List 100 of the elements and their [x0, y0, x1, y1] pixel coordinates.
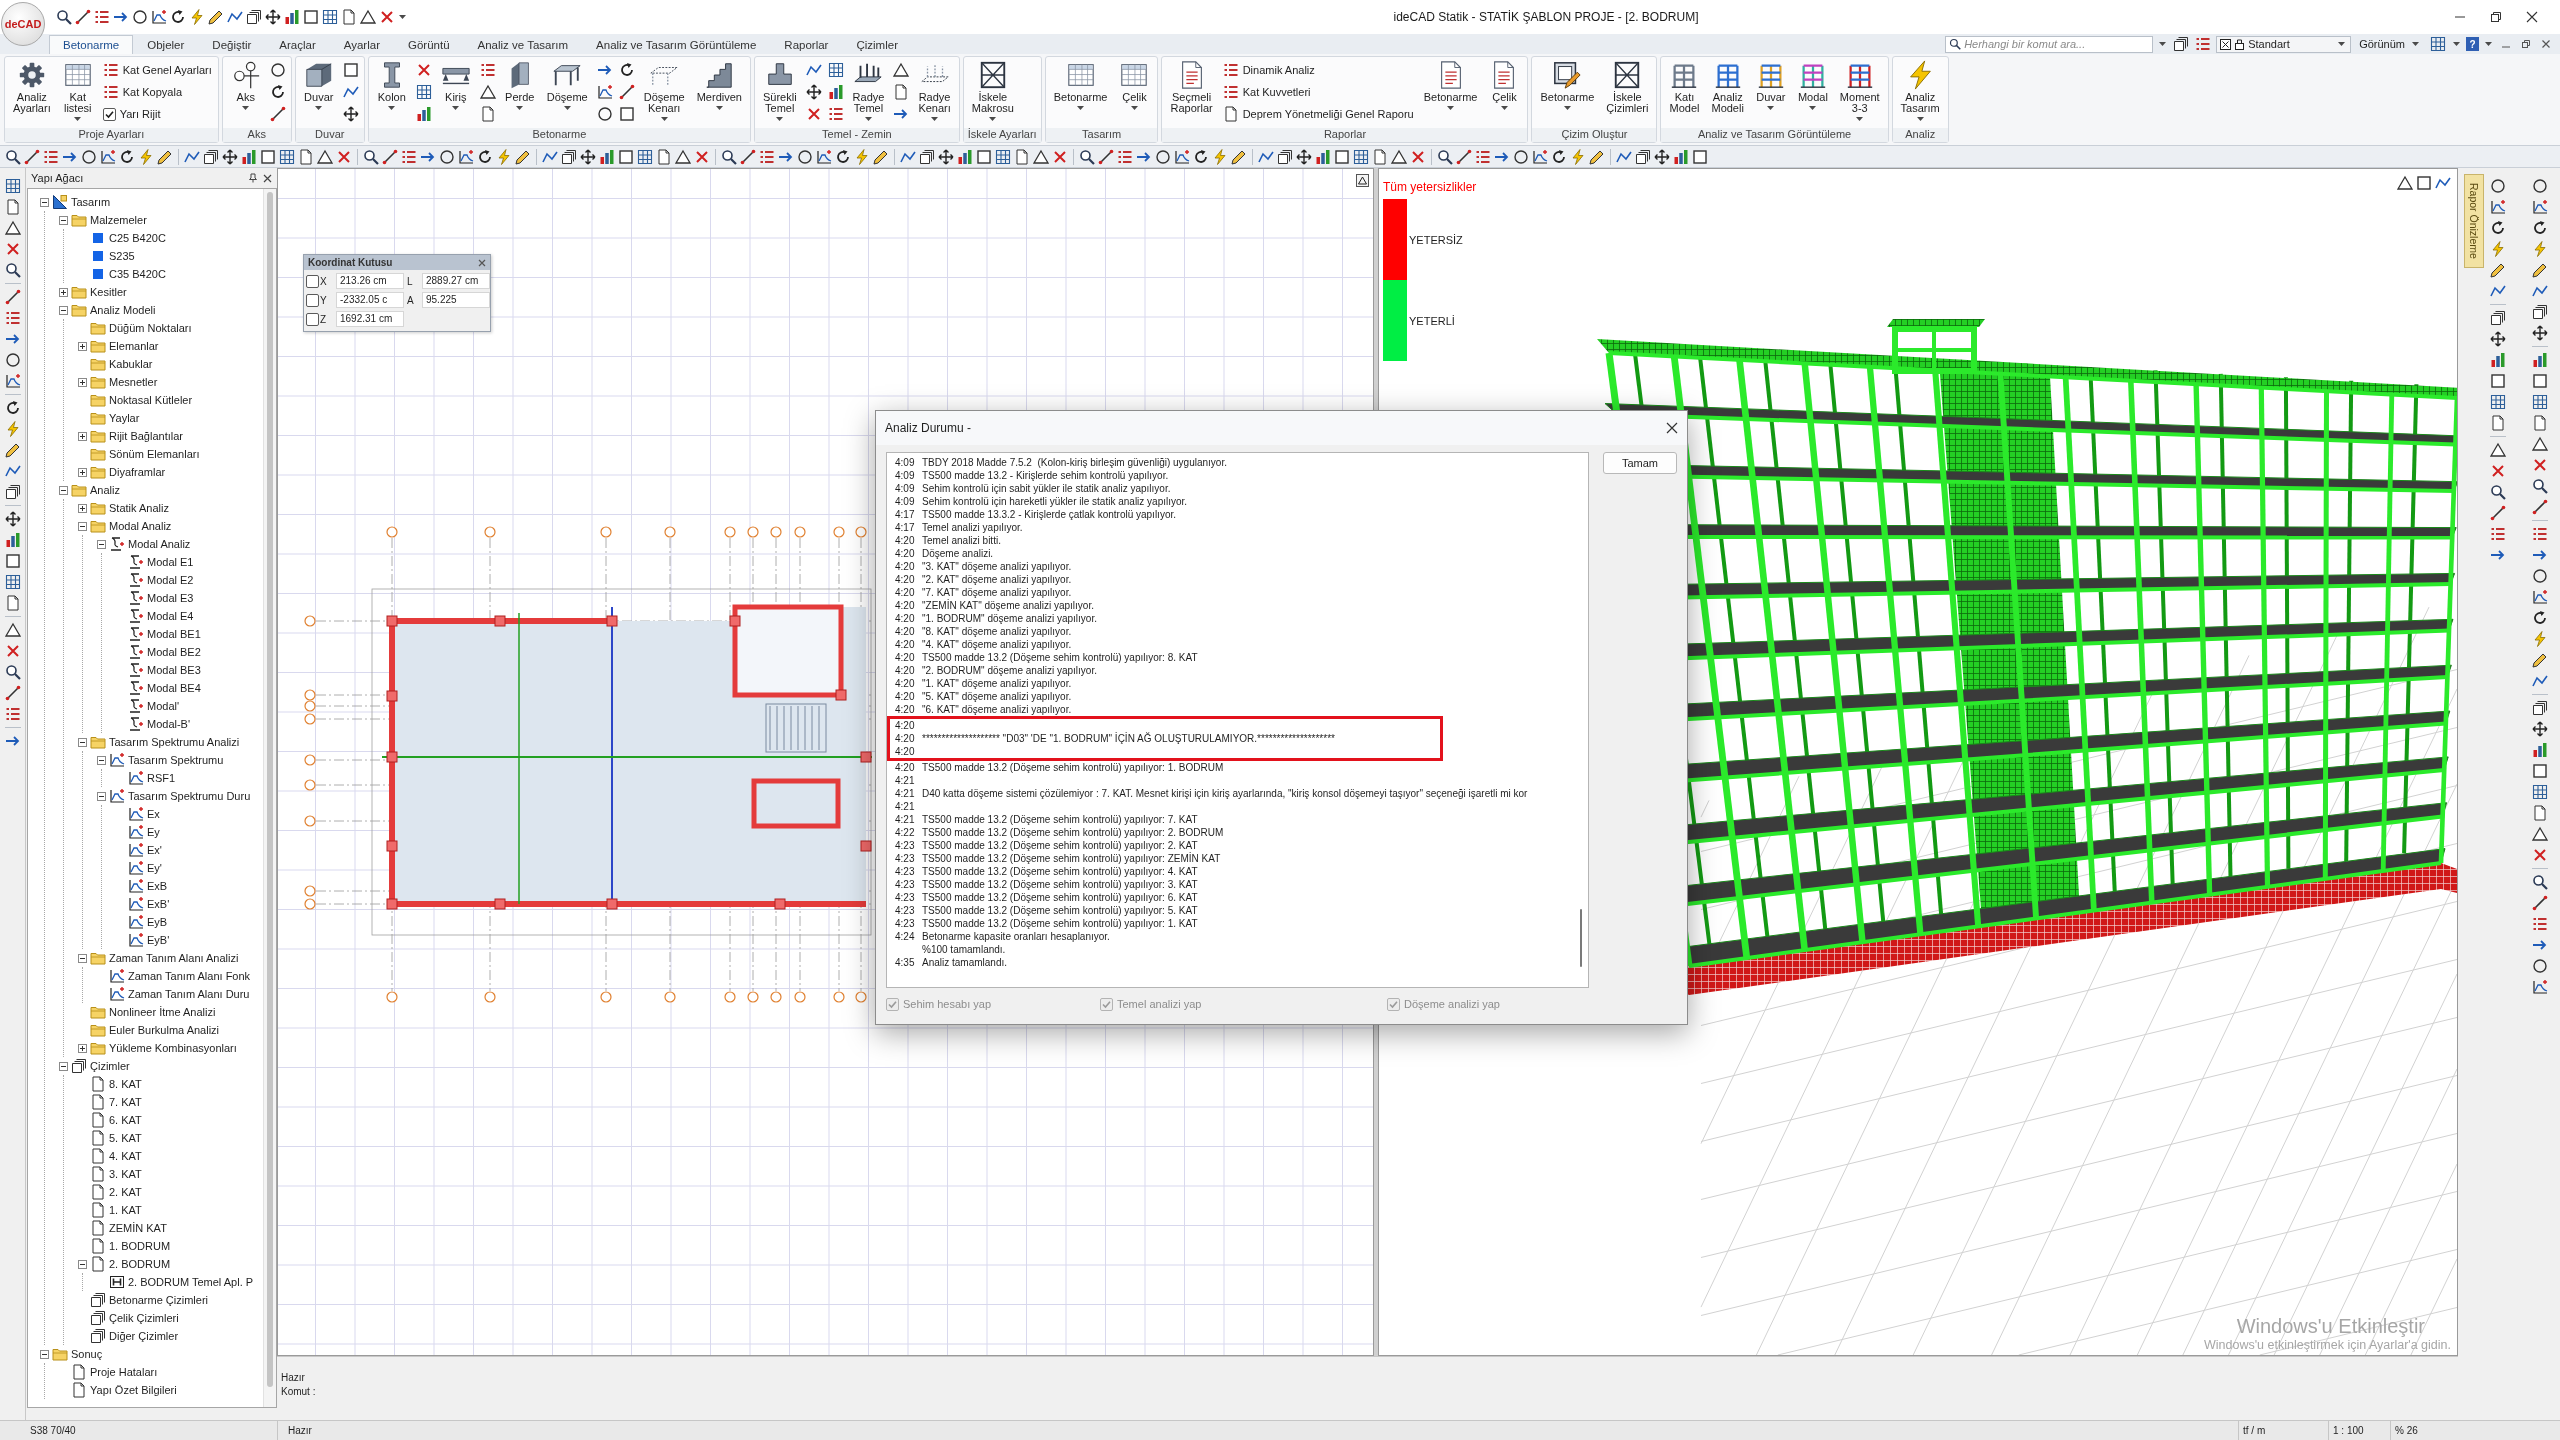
- tree-item[interactable]: Tasarım Spektrumu: [128, 754, 224, 766]
- bar-chart-icon[interactable]: [2532, 742, 2548, 758]
- tree-item[interactable]: Euler Burkulma Analizi: [109, 1024, 220, 1036]
- cross-icon[interactable]: [805, 106, 822, 122]
- ribbon-button[interactable]: Kolon: [371, 59, 412, 112]
- stack-icon[interactable]: [919, 148, 935, 165]
- tree-item[interactable]: Modal BE1: [147, 628, 201, 640]
- magnifier-icon[interactable]: [2532, 874, 2548, 890]
- tree-item[interactable]: ExB': [147, 898, 170, 910]
- move-arrows-icon[interactable]: [805, 84, 822, 100]
- checkbox-option[interactable]: Yarı Rijit: [99, 104, 215, 124]
- chart-icon[interactable]: [151, 9, 167, 25]
- polyline-icon[interactable]: [342, 84, 359, 100]
- tree-item[interactable]: Tasarım: [71, 196, 111, 208]
- ribbon-tab[interactable]: Analiz ve Tasarım: [463, 35, 583, 54]
- line-icon[interactable]: [2532, 895, 2548, 911]
- close-icon[interactable]: [1666, 422, 1678, 434]
- triangle-icon[interactable]: [4, 622, 21, 638]
- close-icon[interactable]: [2541, 39, 2551, 49]
- move-arrows-icon[interactable]: [2490, 331, 2506, 347]
- tree-item[interactable]: C35 B420C: [109, 268, 166, 280]
- grid-icon[interactable]: [415, 84, 432, 100]
- circle-icon[interactable]: [1155, 148, 1171, 165]
- search-field[interactable]: Herhangi bir komut ara...: [1945, 35, 2154, 53]
- ribbon-button[interactable]: Moment 3-3: [1834, 59, 1885, 123]
- cross-icon[interactable]: [415, 62, 432, 78]
- circle-icon[interactable]: [1513, 148, 1529, 165]
- ribbon-command[interactable]: Kat Kopyala: [99, 82, 215, 102]
- ribbon-command[interactable]: Kat Genel Ayarları: [99, 60, 215, 80]
- list-icon[interactable]: [2490, 526, 2506, 542]
- chart-icon[interactable]: [2532, 589, 2548, 605]
- list-icon[interactable]: [4, 706, 21, 722]
- tree-item[interactable]: Tasarım Spektrumu Duru: [128, 790, 251, 802]
- cross-icon[interactable]: [4, 241, 21, 257]
- circle-icon[interactable]: [269, 62, 286, 78]
- tree-item[interactable]: 1. BODRUM: [109, 1240, 171, 1252]
- ribbon-button[interactable]: Çelik: [1484, 59, 1525, 112]
- side-panel-tab[interactable]: Rapor Önizleme: [2464, 174, 2484, 268]
- chart-icon[interactable]: [2490, 199, 2506, 215]
- tree-item[interactable]: RSF1: [147, 772, 176, 784]
- plus-box-icon[interactable]: [78, 377, 87, 387]
- ribbon-command[interactable]: Kat Kuvvetleri: [1219, 82, 1417, 102]
- tree-item[interactable]: Analiz: [90, 484, 120, 496]
- magnifier-icon[interactable]: [5, 148, 21, 165]
- minus-box-icon[interactable]: [97, 791, 106, 801]
- list-icon[interactable]: [479, 62, 496, 78]
- grid-icon[interactable]: [2490, 394, 2506, 410]
- grid-icon[interactable]: [827, 62, 844, 78]
- list-icon[interactable]: [827, 106, 844, 122]
- restore-icon[interactable]: [2490, 11, 2502, 23]
- list-icon[interactable]: [2532, 526, 2548, 542]
- magnifier-icon[interactable]: [1079, 148, 1095, 165]
- tree-item[interactable]: Ex: [147, 808, 160, 820]
- tree-item[interactable]: 2. KAT: [109, 1186, 142, 1198]
- line-icon[interactable]: [1456, 148, 1472, 165]
- square-icon[interactable]: [618, 148, 634, 165]
- rotate-icon[interactable]: [2532, 610, 2548, 626]
- pencil-icon[interactable]: [1231, 148, 1247, 165]
- circle-icon[interactable]: [132, 9, 148, 25]
- triangle-icon[interactable]: [2532, 826, 2548, 842]
- chart-icon[interactable]: [100, 148, 116, 165]
- tree-item[interactable]: Yükleme Kombinasyonları: [109, 1042, 237, 1054]
- page-icon[interactable]: [2490, 415, 2506, 431]
- triangle-icon[interactable]: [317, 148, 333, 165]
- bar-chart-icon[interactable]: [2532, 352, 2548, 368]
- ribbon-button[interactable]: İskele Makrosu: [966, 59, 1019, 123]
- chart-icon[interactable]: [596, 84, 613, 100]
- ribbon-button[interactable]: Betonarme: [1048, 59, 1113, 112]
- tree-item[interactable]: Modal Analiz: [128, 538, 191, 550]
- circle-icon[interactable]: [81, 148, 97, 165]
- lightning-icon[interactable]: [189, 9, 205, 25]
- rotate-icon[interactable]: [477, 148, 493, 165]
- cross-icon[interactable]: [2532, 847, 2548, 863]
- tree-item[interactable]: Analiz Modeli: [90, 304, 156, 316]
- stack-icon[interactable]: [2490, 310, 2506, 326]
- stack-icon[interactable]: [1277, 148, 1293, 165]
- cross-icon[interactable]: [379, 9, 395, 25]
- page-icon[interactable]: [4, 199, 21, 215]
- move-arrows-icon[interactable]: [4, 511, 21, 527]
- lightning-icon[interactable]: [4, 421, 21, 437]
- tree-item[interactable]: ExB: [147, 880, 168, 892]
- tree-item[interactable]: Çelik Çizimleri: [109, 1312, 179, 1324]
- rotate-icon[interactable]: [1193, 148, 1209, 165]
- tree-item[interactable]: Statik Analiz: [109, 502, 169, 514]
- tree-item[interactable]: ZEMİN KAT: [109, 1222, 167, 1234]
- tree-item[interactable]: Kabuklar: [109, 358, 153, 370]
- minus-box-icon[interactable]: [78, 1259, 87, 1269]
- bar-chart-icon[interactable]: [827, 84, 844, 100]
- page-icon[interactable]: [298, 148, 314, 165]
- move-arrows-icon[interactable]: [1654, 148, 1670, 165]
- bar-chart-icon[interactable]: [415, 106, 432, 122]
- triangle-icon[interactable]: [1033, 148, 1049, 165]
- ribbon-button[interactable]: Radye Temel: [847, 59, 890, 123]
- tree-item[interactable]: Çizimler: [90, 1060, 130, 1072]
- ribbon-button[interactable]: Kiriş: [435, 59, 476, 112]
- ribbon-button[interactable]: Katı Model: [1664, 59, 1705, 116]
- ribbon-button[interactable]: Döşeme Kenarı: [638, 59, 690, 123]
- grid-icon[interactable]: [2532, 784, 2548, 800]
- style-dropdown[interactable]: Standart: [2216, 35, 2352, 53]
- stack-icon[interactable]: [203, 148, 219, 165]
